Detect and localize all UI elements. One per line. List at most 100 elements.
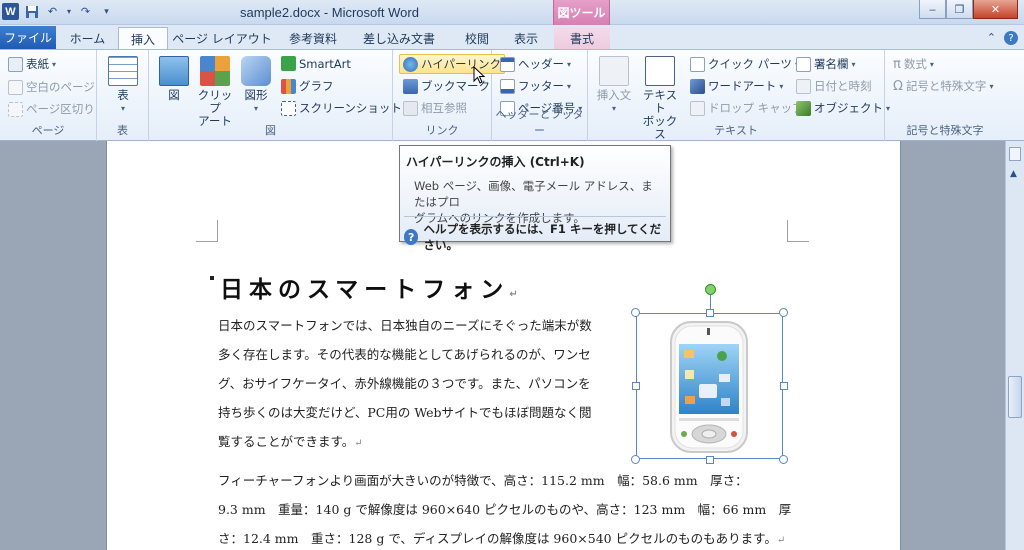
screenshot-button[interactable]: スクリーンショット▾ xyxy=(281,100,409,116)
scroll-up-icon[interactable]: ▲ xyxy=(1010,169,1017,179)
resize-handle-sw[interactable] xyxy=(631,455,640,464)
header-button[interactable]: ヘッダー ▾ xyxy=(500,56,571,72)
tab-mailings[interactable]: 差し込み文書 xyxy=(352,27,446,49)
smartphone-image xyxy=(670,321,748,453)
dropcap-icon xyxy=(690,100,705,116)
object-button[interactable]: オブジェクト ▾ xyxy=(796,100,890,116)
bookmark-icon xyxy=(403,78,418,94)
object-icon xyxy=(796,100,811,116)
scrollbar-thumb[interactable] xyxy=(1008,376,1022,418)
page-break-button[interactable]: ページ区切り xyxy=(8,101,95,117)
chart-icon xyxy=(281,78,296,94)
cover-page-icon xyxy=(8,56,23,72)
equation-button[interactable]: π 数式 ▾ xyxy=(893,56,934,72)
signature-button[interactable]: 署名欄 ▾ xyxy=(796,56,856,72)
tab-references[interactable]: 参考資料 xyxy=(278,27,348,49)
symbol-button[interactable]: Ω 記号と特殊文字 ▾ xyxy=(893,78,993,94)
chart-button[interactable]: グラフ xyxy=(281,78,334,94)
picture-button[interactable]: 図 xyxy=(157,56,191,102)
footer-button[interactable]: フッター ▾ xyxy=(500,78,571,94)
resize-handle-ne[interactable] xyxy=(779,308,788,317)
close-button[interactable]: ✕ xyxy=(973,0,1018,19)
hyperlink-tooltip: ハイパーリンクの挿入 (Ctrl+K) Web ページ、画像、電子メール アドレ… xyxy=(399,145,671,252)
wordart-button[interactable]: ワードアート ▾ xyxy=(690,78,783,94)
redo-icon[interactable]: ↷ xyxy=(77,3,94,20)
para1-line: グ、おサイフケータイ、赤外線機能の３つです。また、パソコンを xyxy=(218,376,591,391)
resize-handle-n[interactable] xyxy=(706,309,714,317)
dropcap-button[interactable]: ドロップ キャップ▾ xyxy=(690,100,811,116)
hyperlink-button[interactable]: ハイパーリンク xyxy=(399,54,506,74)
group-illustrations: 図 クリップ アート 図形 ▾ SmartArt グラフ スクリーンショット▾ … xyxy=(149,50,409,141)
minimize-button[interactable]: ‒ xyxy=(919,0,946,19)
para2-line: フィーチャーフォンより画面が大きいのが特徴で、高さ：115.2 mm 幅：58.… xyxy=(218,473,748,488)
textbox-icon xyxy=(645,56,675,86)
signature-icon xyxy=(796,56,811,72)
tab-format[interactable]: 書式 xyxy=(554,27,610,49)
chart-label: グラフ xyxy=(299,79,334,93)
resize-handle-w[interactable] xyxy=(632,382,640,390)
insert-text-button[interactable]: 挿入文 ▾ xyxy=(594,56,634,115)
quick-parts-button[interactable]: クイック パーツ▾ xyxy=(690,56,799,72)
resize-handle-nw[interactable] xyxy=(631,308,640,317)
tab-home[interactable]: ホーム xyxy=(60,27,115,49)
rotation-handle[interactable] xyxy=(705,284,716,295)
cover-page-button[interactable]: 表紙 ▾ xyxy=(8,56,56,72)
smartphone-picture[interactable] xyxy=(636,313,783,459)
clipart-label-1: クリップ xyxy=(197,88,233,115)
group-label-text: テキスト xyxy=(714,124,758,137)
table-icon xyxy=(108,56,138,86)
paragraph-2[interactable]: フィーチャーフォンより画面が大きいのが特徴で、高さ：115.2 mm 幅：58.… xyxy=(218,466,791,550)
help-icon: ? xyxy=(404,229,419,245)
mouse-cursor-icon xyxy=(473,66,486,84)
tooltip-divider xyxy=(404,216,666,217)
blank-page-label: 空白のページ xyxy=(26,80,95,94)
group-symbols: π 数式 ▾ Ω 記号と特殊文字 ▾ 記号と特殊文字 xyxy=(885,50,1005,141)
crossref-button[interactable]: 相互参照 xyxy=(403,100,467,116)
datetime-label: 日付と時刻 xyxy=(814,79,872,93)
tooltip-help-text: ヘルプを表示するには、F1 キーを押してください。 xyxy=(423,222,662,252)
minimize-ribbon-icon[interactable]: ⌃ xyxy=(987,31,996,45)
ribbon-tabs: ファイル ホーム 挿入 ページ レイアウト 参考資料 差し込み文書 校閲 表示 … xyxy=(0,25,1024,50)
group-tables: 表 ▾ 表 xyxy=(97,50,149,141)
cover-page-label: 表紙 xyxy=(26,57,49,71)
undo-dropdown-icon[interactable]: ▾ xyxy=(65,3,73,20)
group-pages: 表紙 ▾ 空白のページ ページ区切り ページ xyxy=(0,50,97,141)
vertical-scrollbar[interactable]: ▲ xyxy=(1005,141,1024,550)
smartart-button[interactable]: SmartArt xyxy=(281,56,351,71)
word-app-icon[interactable]: W xyxy=(2,3,19,20)
undo-icon[interactable]: ↶ xyxy=(44,3,61,20)
clipart-icon xyxy=(200,56,230,86)
group-label-header-footer: ヘッダーとフッター xyxy=(495,108,584,137)
tab-view[interactable]: 表示 xyxy=(504,27,548,49)
customize-qat-icon[interactable]: ▾ xyxy=(98,3,115,20)
ruler-toggle-icon[interactable] xyxy=(1009,147,1021,161)
clipart-button[interactable]: クリップ アート xyxy=(195,56,235,128)
tab-page-layout[interactable]: ページ レイアウト xyxy=(172,27,272,49)
paragraph-1[interactable]: 日本のスマートフォンでは、日本独自のニーズにそぐった端末が数 多く存在します。そ… xyxy=(218,311,592,456)
window-title: sample2.docx - Microsoft Word xyxy=(240,5,419,20)
help-icon[interactable]: ? xyxy=(1004,31,1018,45)
page-break-icon xyxy=(8,101,23,117)
group-label-illustrations: 図 xyxy=(265,124,276,137)
blank-page-button[interactable]: 空白のページ xyxy=(8,79,95,95)
tab-review[interactable]: 校閲 xyxy=(452,27,502,49)
table-button[interactable]: 表 ▾ xyxy=(106,56,140,115)
save-icon[interactable] xyxy=(23,3,40,20)
tab-insert[interactable]: 挿入 xyxy=(118,27,168,50)
resize-handle-e[interactable] xyxy=(780,382,788,390)
group-label-symbols: 記号と特殊文字 xyxy=(906,124,984,137)
crossref-label: 相互参照 xyxy=(421,101,467,115)
resize-handle-se[interactable] xyxy=(779,455,788,464)
picture-icon xyxy=(159,56,189,86)
datetime-button[interactable]: 日付と時刻 xyxy=(796,78,872,94)
header-label: ヘッダー xyxy=(518,57,564,71)
resize-handle-s[interactable] xyxy=(706,456,714,464)
para1-line: 多く存在します。その代表的な機能としてあげられるのが、ワンセ xyxy=(218,347,591,362)
object-label: オブジェクト xyxy=(814,101,883,115)
tab-file[interactable]: ファイル xyxy=(0,26,56,49)
para2-line: 9.3 mm 重量：140 g で解像度は 960×640 ピクセルのものや、高… xyxy=(218,502,792,517)
document-heading[interactable]: 日本のスマートフォン↵ xyxy=(220,270,518,304)
restore-button[interactable]: ❐ xyxy=(946,0,973,19)
shapes-button[interactable]: 図形 ▾ xyxy=(239,56,273,115)
picture-tools-context-label: 図ツール xyxy=(553,0,610,25)
